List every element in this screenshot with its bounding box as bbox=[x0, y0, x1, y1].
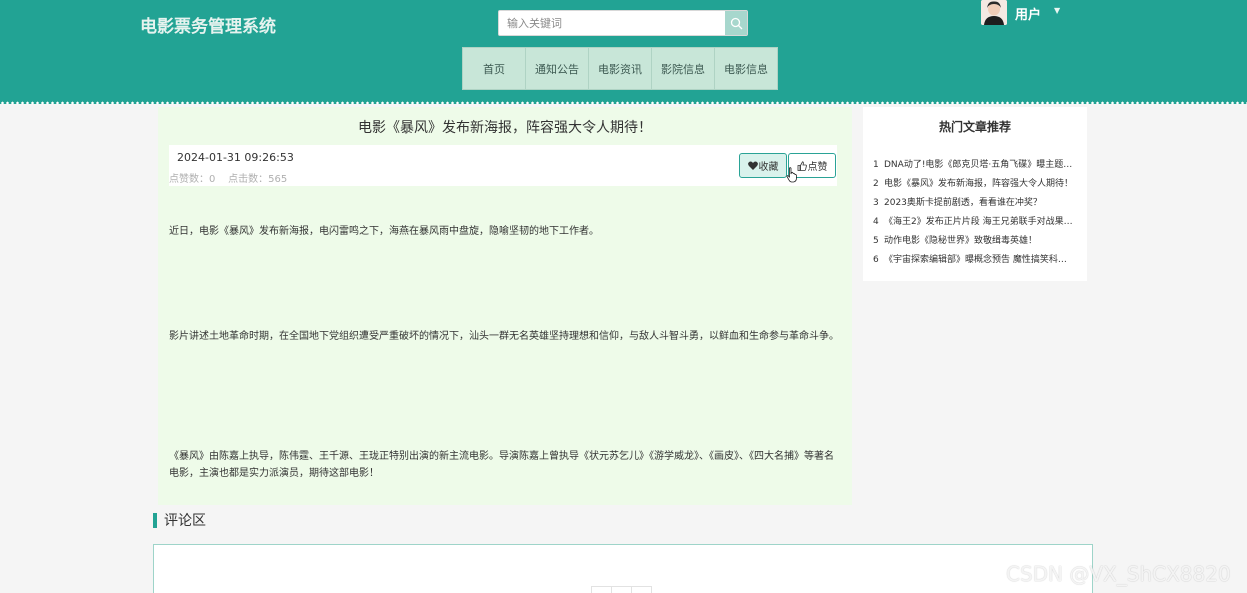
comment-section-header: 评论区 bbox=[153, 511, 206, 529]
hot-article-link[interactable]: 动作电影《隐秘世界》致敬缉毒英雄！ bbox=[884, 236, 1037, 246]
hot-article-rank: 6 bbox=[873, 255, 879, 265]
article-paragraph: 近日，电影《暴风》发布新海报，电闪雷鸣之下，海燕在暴风雨中盘旋，隐喻坚韧的地下工… bbox=[169, 226, 599, 237]
hot-articles-title: 热门文章推荐 bbox=[938, 120, 1011, 134]
hot-article-rank: 2 bbox=[873, 179, 879, 189]
hot-article-item[interactable]: 4 《海王2》发布正片片段 海王兄弟联手对战果… bbox=[873, 213, 1079, 232]
hot-article-item[interactable]: 1 DNA动了!电影《郎克贝塔·五角飞碟》曝主题… bbox=[873, 156, 1079, 175]
hand-cursor-icon bbox=[786, 167, 797, 183]
search-icon bbox=[730, 17, 742, 29]
article-title: 电影《暴风》发布新海报，阵容强大令人期待！ bbox=[358, 120, 652, 136]
hot-article-rank: 3 bbox=[873, 198, 879, 208]
nav-item-notices[interactable]: 通知公告 bbox=[525, 47, 589, 90]
hot-article-link[interactable]: 电影《暴风》发布新海报，阵容强大令人期待！ bbox=[884, 179, 1073, 189]
article-paragraph: 《暴风》由陈嘉上执导，陈伟霆、王千源、王珑正特别出演的新主流电影。导演陈嘉上曾执… bbox=[169, 451, 834, 479]
search-input[interactable] bbox=[499, 11, 725, 35]
hot-article-item[interactable]: 2 电影《暴风》发布新海报，阵容强大令人期待！ bbox=[873, 175, 1079, 194]
csdn-watermark: CSDN @VX_ShCX8820 bbox=[1006, 562, 1231, 586]
clicks-count: 点击数：565 bbox=[228, 174, 288, 185]
hot-article-link[interactable]: 《海王2》发布正片片段 海王兄弟联手对战果… bbox=[884, 217, 1073, 227]
nav-item-home[interactable]: 首页 bbox=[462, 47, 526, 90]
hot-article-item[interactable]: 3 2023奥斯卡提前剧透，看看谁在冲奖？ bbox=[873, 194, 1079, 213]
caret-down-icon[interactable]: ▼ bbox=[1054, 6, 1060, 15]
pagination-next-button[interactable] bbox=[631, 586, 652, 593]
site-brand[interactable]: 电影票务管理系统 bbox=[140, 12, 276, 37]
section-accent-bar bbox=[153, 512, 157, 528]
hot-article-item[interactable]: 6 《宇宙探索编辑部》曝概念预告 魔性搞笑科… bbox=[873, 251, 1079, 270]
likes-count: 点赞数：0 bbox=[169, 174, 216, 185]
header-divider bbox=[0, 101, 1247, 105]
hot-article-item[interactable]: 5 动作电影《隐秘世界》致敬缉毒英雄！ bbox=[873, 232, 1079, 251]
hot-article-rank: 5 bbox=[873, 236, 879, 246]
hot-articles-panel: 热门文章推荐 1 DNA动了!电影《郎克贝塔·五角飞碟》曝主题… 2 电影《暴风》发… bbox=[863, 107, 1087, 281]
hot-articles-list: 1 DNA动了!电影《郎克贝塔·五角飞碟》曝主题… 2 电影《暴风》发布新海报，阵容… bbox=[873, 156, 1079, 270]
hot-article-rank: 1 bbox=[873, 160, 879, 170]
hot-article-link[interactable]: 2023奥斯卡提前剧透，看看谁在冲奖？ bbox=[884, 198, 1042, 208]
nav-item-cinema-info[interactable]: 影院信息 bbox=[651, 47, 715, 90]
pagination-page-button[interactable] bbox=[611, 586, 632, 593]
user-menu-label[interactable]: 用户 bbox=[1015, 4, 1041, 23]
top-header: 电影票务管理系统 用户 ▼ 首页 通知公告 电影资讯 影院信息 电影信息 bbox=[0, 0, 1247, 104]
main-nav: 首页 通知公告 电影资讯 影院信息 电影信息 bbox=[462, 47, 778, 90]
search-button[interactable] bbox=[725, 11, 747, 35]
favorite-button[interactable]: 收藏 bbox=[739, 153, 787, 178]
comment-section-title: 评论区 bbox=[164, 513, 206, 529]
thumbs-up-icon bbox=[797, 160, 807, 171]
pagination-prev-button[interactable] bbox=[591, 586, 612, 593]
avatar[interactable] bbox=[981, 0, 1007, 25]
favorite-label: 收藏 bbox=[758, 162, 779, 173]
hot-article-rank: 4 bbox=[873, 217, 879, 227]
article-meta-bar: 2024-01-31 09:26:53 点赞数：0 点击数：565 收藏 点赞 bbox=[169, 145, 837, 186]
heart-icon bbox=[747, 161, 758, 170]
nav-item-movie-info[interactable]: 电影信息 bbox=[714, 47, 778, 90]
article-stats: 点赞数：0 点击数：565 bbox=[169, 170, 287, 185]
nav-item-movie-news[interactable]: 电影资讯 bbox=[588, 47, 652, 90]
hot-article-link[interactable]: 《宇宙探索编辑部》曝概念预告 魔性搞笑科… bbox=[884, 255, 1067, 265]
article-panel: 电影《暴风》发布新海报，阵容强大令人期待！ 2024-01-31 09:26:5… bbox=[158, 107, 852, 505]
article-date: 2024-01-31 09:26:53 bbox=[177, 151, 294, 164]
search-box bbox=[498, 10, 748, 36]
hot-article-link[interactable]: DNA动了!电影《郎克贝塔·五角飞碟》曝主题… bbox=[884, 160, 1072, 170]
article-paragraph: 影片讲述土地革命时期，在全国地下党组织遭受严重破坏的情况下，汕头一群无名英雄坚持… bbox=[169, 331, 839, 342]
comment-pagination bbox=[591, 586, 652, 593]
like-label: 点赞 bbox=[807, 162, 828, 173]
